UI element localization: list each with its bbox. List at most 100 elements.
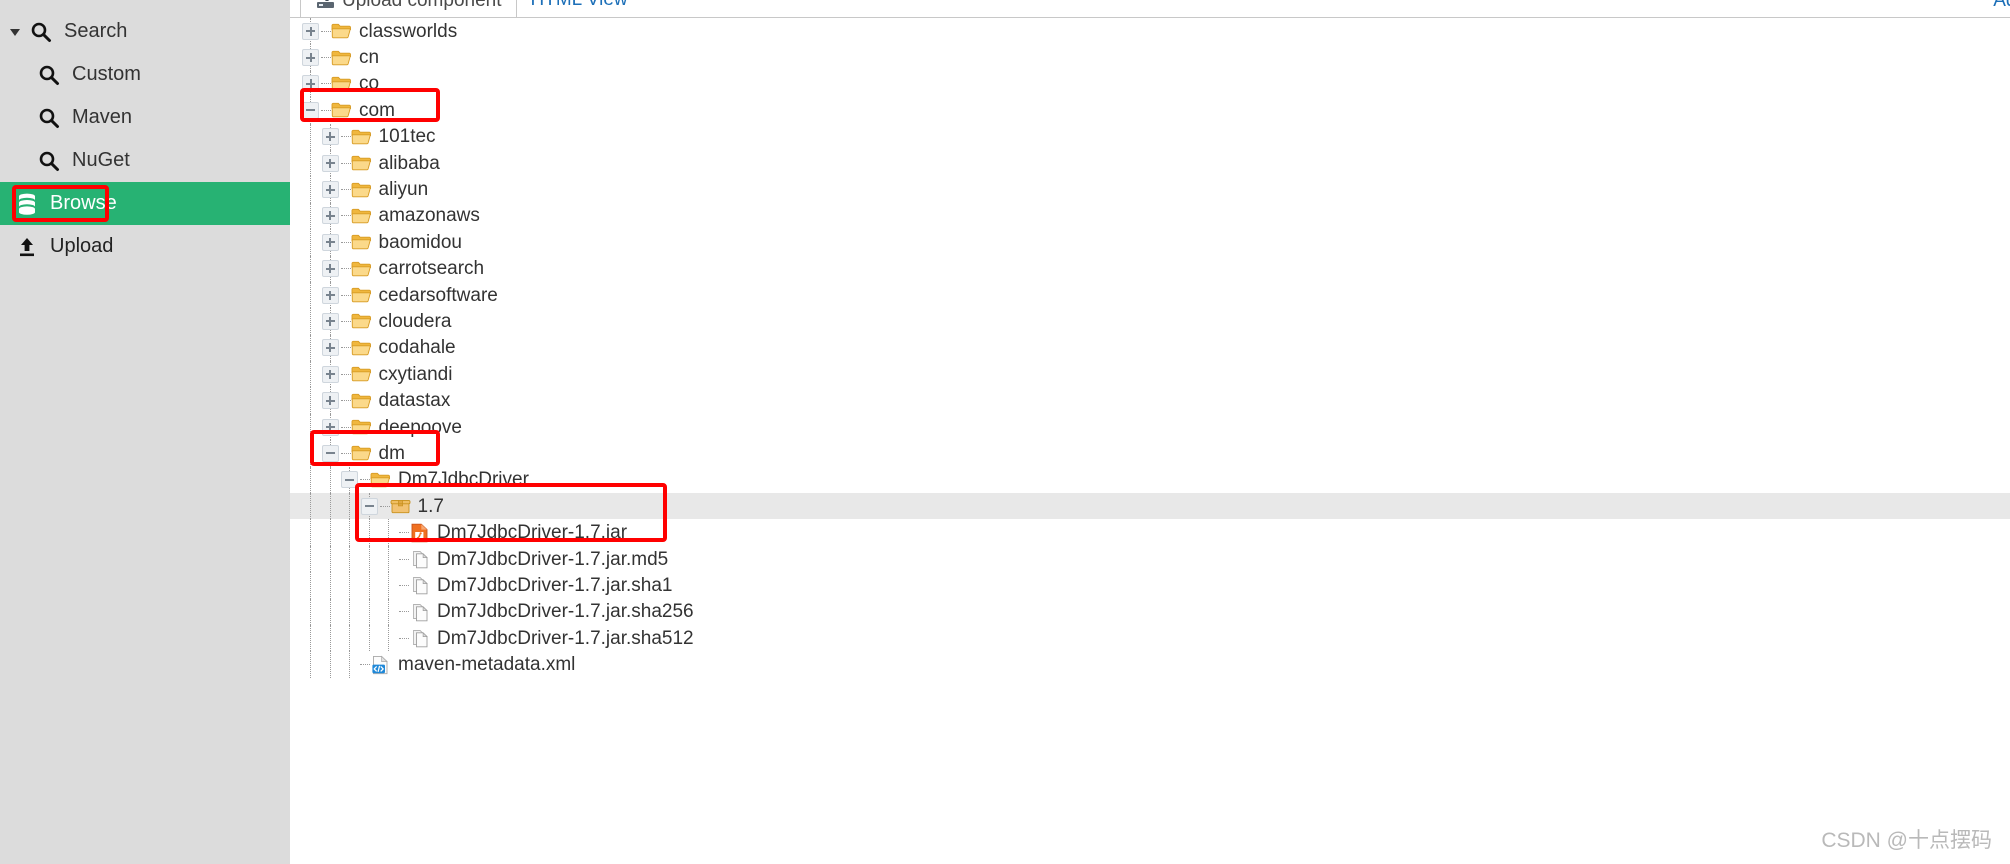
- checksum-icon: [409, 576, 430, 595]
- repository-tree[interactable]: classworlds cn co com 101tec alibaba aliyun ama…: [290, 18, 2010, 678]
- tab-upload-component[interactable]: Upload component: [300, 0, 517, 17]
- sidebar-item-upload[interactable]: Upload: [0, 225, 290, 268]
- tree-guide-lines: [290, 598, 389, 625]
- tree-guide-lines: [290, 123, 331, 150]
- tree-connector: [360, 479, 370, 481]
- tree-row[interactable]: carrotsearch: [290, 255, 2010, 282]
- tree-guide-line: [349, 572, 350, 599]
- tree-row[interactable]: cxytiandi: [290, 361, 2010, 388]
- tree-guide-line: [310, 493, 311, 520]
- tree-row[interactable]: dm: [290, 440, 2010, 467]
- folder-icon: [351, 206, 372, 225]
- tree-row[interactable]: 101tec: [290, 123, 2010, 150]
- tree-row-label: Dm7JdbcDriver: [398, 469, 529, 491]
- tree-row[interactable]: codahale: [290, 334, 2010, 362]
- sidebar-item-custom[interactable]: Custom: [0, 53, 290, 96]
- tree-row[interactable]: co: [290, 70, 2010, 98]
- tree-guide-lines: [290, 255, 331, 282]
- tree-row[interactable]: alibaba: [290, 149, 2010, 177]
- tree-guide-line: [310, 149, 311, 177]
- tree-row[interactable]: amazonaws: [290, 202, 2010, 230]
- sidebar-item-browse[interactable]: Browse: [0, 182, 290, 225]
- tree-expand-icon[interactable]: [302, 22, 319, 40]
- tree-expand-icon[interactable]: [302, 75, 319, 93]
- folder-icon: [351, 312, 372, 331]
- tab-upload-component-label: Upload component: [342, 0, 502, 11]
- tree-expand-icon[interactable]: [321, 418, 339, 436]
- tree-row[interactable]: Dm7JdbcDriver-1.7.jar.md5: [290, 545, 2010, 573]
- tree-collapse-icon[interactable]: [341, 471, 358, 489]
- tree-row-label: baomidou: [378, 231, 462, 253]
- tree-collapse-icon[interactable]: [360, 497, 378, 515]
- folder-icon: [331, 101, 352, 120]
- search-icon: [36, 105, 62, 131]
- tree-guide-line: [310, 281, 311, 309]
- tree-guide-line: [310, 361, 311, 388]
- tree-expand-icon[interactable]: [321, 128, 339, 146]
- tree-expand-icon[interactable]: [321, 154, 339, 172]
- sidebar-item-upload-label: Upload: [50, 235, 114, 257]
- tree-expand-icon[interactable]: [321, 233, 339, 251]
- tree-guide-lines: [290, 361, 331, 388]
- folder-icon: [331, 48, 352, 67]
- tree-row[interactable]: cn: [290, 44, 2010, 71]
- jar-icon: [409, 523, 430, 542]
- sidebar-item-nuget-label: NuGet: [72, 149, 130, 171]
- tree-row[interactable]: com: [290, 97, 2010, 124]
- tree-guide-line: [329, 572, 331, 599]
- tree-row-label: 1.7: [417, 495, 444, 517]
- xml-icon: [370, 655, 391, 674]
- tree-collapse-icon[interactable]: [321, 444, 339, 462]
- tree-expand-icon[interactable]: [321, 392, 339, 410]
- tree-guide-line: [388, 545, 389, 573]
- tree-expand-icon[interactable]: [321, 286, 339, 304]
- tree-row[interactable]: Dm7JdbcDriver-1.7.jar: [290, 519, 2010, 546]
- tree-row[interactable]: cedarsoftware: [290, 281, 2010, 309]
- tree-connector: [399, 637, 409, 639]
- folder-icon: [351, 259, 372, 278]
- tree-collapse-icon[interactable]: [302, 101, 319, 119]
- tree-connector: [340, 400, 351, 402]
- tree-row[interactable]: classworlds: [290, 18, 2010, 45]
- tree-connector: [321, 57, 331, 59]
- tree-expand-icon[interactable]: [321, 207, 339, 225]
- tree-connector: [340, 268, 351, 270]
- upload-icon: [14, 234, 40, 260]
- tree-guide-lines: [290, 229, 331, 256]
- folder-icon: [351, 418, 372, 437]
- tree-guide-line: [368, 598, 370, 625]
- tree-row[interactable]: maven-metadata.xml: [290, 651, 2010, 678]
- tree-expand-icon[interactable]: [321, 181, 339, 199]
- folder-icon: [351, 444, 372, 463]
- tree-row[interactable]: datastax: [290, 387, 2010, 414]
- tree-expand-icon[interactable]: [321, 312, 339, 330]
- tree-row[interactable]: aliyun: [290, 176, 2010, 203]
- tree-row[interactable]: Dm7JdbcDriver-1.7.jar.sha256: [290, 598, 2010, 625]
- tab-html-view[interactable]: HTML View: [517, 0, 642, 17]
- sidebar-group-search[interactable]: Search: [0, 10, 290, 53]
- tree-guide-line: [329, 598, 331, 625]
- tree-row[interactable]: deepoove: [290, 413, 2010, 441]
- sidebar-item-nuget[interactable]: NuGet: [0, 139, 290, 182]
- tree-row[interactable]: baomidou: [290, 229, 2010, 256]
- tree-connector: [379, 505, 390, 507]
- tree-row[interactable]: 1.7: [290, 493, 2010, 520]
- folder-icon: [351, 338, 372, 357]
- advanced-link[interactable]: Adv: [1993, 0, 2010, 18]
- tree-row[interactable]: cloudera: [290, 308, 2010, 335]
- tree-expand-icon[interactable]: [321, 365, 339, 383]
- tree-connector: [399, 558, 409, 560]
- tree-guide-line: [310, 387, 311, 414]
- tree-row[interactable]: Dm7JdbcDriver-1.7.jar.sha512: [290, 624, 2010, 652]
- tree-guide-line: [310, 624, 311, 652]
- tree-row[interactable]: Dm7JdbcDriver: [290, 466, 2010, 494]
- tree-expand-icon[interactable]: [302, 49, 319, 67]
- tree-row-label: Dm7JdbcDriver-1.7.jar.sha256: [437, 601, 694, 623]
- tree-guide-line: [310, 176, 311, 203]
- folder-icon: [351, 391, 372, 410]
- tree-expand-icon[interactable]: [321, 260, 339, 278]
- tree-expand-icon[interactable]: [321, 339, 339, 357]
- sidebar-item-maven[interactable]: Maven: [0, 96, 290, 139]
- tree-connector: [340, 162, 351, 164]
- tree-row[interactable]: Dm7JdbcDriver-1.7.jar.sha1: [290, 572, 2010, 599]
